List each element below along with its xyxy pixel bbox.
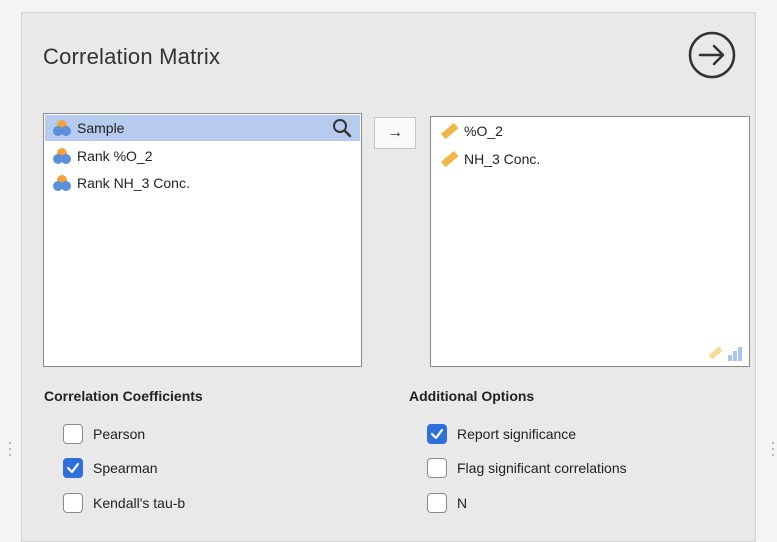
available-variables-list[interactable]: Sample Rank %O_2 Rank NH_3 Conc. — [43, 113, 362, 367]
ordinal-bars-icon — [728, 347, 742, 361]
variable-item-sample[interactable]: Sample — [45, 115, 360, 141]
n-checkbox[interactable]: N — [427, 493, 467, 513]
checkbox-box[interactable] — [427, 424, 447, 444]
nominal-icon — [53, 175, 71, 191]
flag-significant-checkbox[interactable]: Flag significant correlations — [427, 458, 627, 478]
move-variable-button[interactable]: → — [374, 117, 416, 149]
variable-label: Rank %O_2 — [77, 148, 153, 164]
option-label: Pearson — [93, 426, 146, 442]
option-label: Report significance — [457, 426, 577, 442]
option-label: Kendall's tau-b — [93, 495, 186, 511]
arrow-right-icon: → — [387, 124, 403, 141]
page-title: Correlation Matrix — [43, 44, 221, 69]
correlation-coefficients-heading: Correlation Coefficients — [44, 388, 203, 404]
checkmark-icon — [430, 428, 444, 440]
checkbox-box[interactable] — [63, 493, 83, 513]
option-label: Flag significant correlations — [457, 460, 627, 476]
right-resize-handle[interactable] — [771, 441, 775, 457]
option-label: Spearman — [93, 460, 158, 476]
variable-item-nh3-conc[interactable]: NH_3 Conc. — [432, 146, 748, 172]
continuous-ruler-icon — [708, 346, 723, 360]
variable-item-rank-nh3[interactable]: Rank NH_3 Conc. — [45, 170, 360, 196]
run-analysis-button[interactable] — [686, 29, 738, 81]
continuous-ruler-icon — [441, 123, 459, 139]
variable-label: Rank NH_3 Conc. — [77, 175, 190, 191]
option-label: N — [457, 495, 468, 511]
checkbox-box[interactable] — [427, 458, 447, 478]
kendall-checkbox[interactable]: Kendall's tau-b — [63, 493, 185, 513]
left-resize-handle[interactable] — [8, 441, 12, 457]
additional-options-heading: Additional Options — [409, 388, 535, 404]
nominal-icon — [53, 148, 71, 164]
checkbox-box[interactable] — [63, 458, 83, 478]
variable-item-o2[interactable]: %O_2 — [432, 118, 748, 144]
variable-label: %O_2 — [464, 123, 503, 139]
checkbox-box[interactable] — [427, 493, 447, 513]
report-significance-checkbox[interactable]: Report significance — [427, 424, 576, 444]
search-icon[interactable] — [332, 118, 352, 138]
checkbox-box[interactable] — [63, 424, 83, 444]
nominal-icon — [53, 120, 71, 136]
assigned-variables-list[interactable]: %O_2 NH_3 Conc. — [430, 116, 750, 367]
checkmark-icon — [66, 462, 80, 474]
variable-label: Sample — [77, 120, 125, 136]
pearson-checkbox[interactable]: Pearson — [63, 424, 145, 444]
variable-item-rank-o2[interactable]: Rank %O_2 — [45, 143, 360, 169]
variable-label: NH_3 Conc. — [464, 151, 541, 167]
continuous-ruler-icon — [441, 151, 459, 167]
spearman-checkbox[interactable]: Spearman — [63, 458, 158, 478]
allowed-types-indicator — [706, 345, 743, 361]
